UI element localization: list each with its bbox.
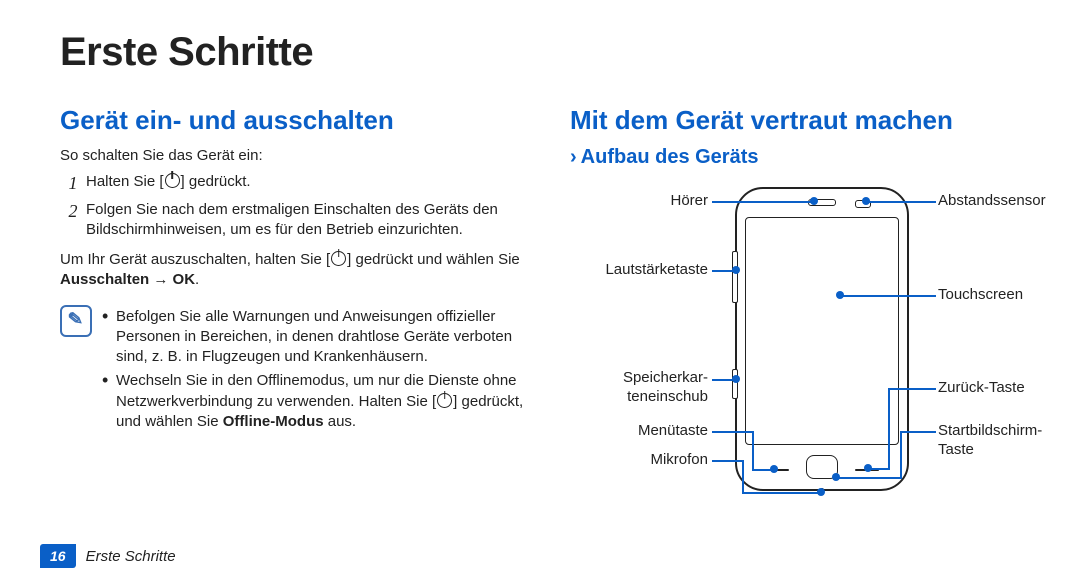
lead-line xyxy=(870,468,890,470)
lead-line xyxy=(712,379,734,381)
lead-line xyxy=(900,431,902,477)
intro-text: So schalten Sie das Gerät ein: xyxy=(60,146,530,166)
heading-power: Gerät ein- und ausschalten xyxy=(60,105,530,136)
step-1: 1 Halten Sie [] gedrückt. xyxy=(60,172,530,195)
volume-key-icon xyxy=(732,251,738,303)
chevron-icon: › xyxy=(570,146,577,168)
lead-line xyxy=(752,431,754,469)
column-left: Gerät ein- und ausschalten So schalten S… xyxy=(60,105,530,519)
label-home: Startbildschirm- Taste xyxy=(938,422,1042,460)
page-footer: 16 Erste Schritte xyxy=(40,544,176,568)
lead-dot xyxy=(732,266,740,274)
heading-device: Mit dem Gerät vertraut machen xyxy=(570,105,1060,136)
step-text: Halten Sie [] gedrückt. xyxy=(86,172,251,195)
column-right: Mit dem Gerät vertraut machen ›Aufbau de… xyxy=(570,105,1060,519)
power-icon xyxy=(165,173,180,188)
note-item: Wechseln Sie in den Offlinemodus, um nur… xyxy=(102,371,530,432)
power-icon xyxy=(437,393,452,408)
phone-screen xyxy=(745,217,899,445)
lead-dot xyxy=(836,291,844,299)
poweroff-text: Um Ihr Gerät auszuschalten, halten Sie [… xyxy=(60,250,530,291)
power-icon xyxy=(331,251,346,266)
label-mic: Mikrofon xyxy=(650,451,708,470)
page-number: 16 xyxy=(40,544,76,568)
subheading-layout: ›Aufbau des Geräts xyxy=(570,146,1060,169)
lead-line xyxy=(712,270,734,272)
step-text: Folgen Sie nach dem erstmaligen Einschal… xyxy=(86,200,530,241)
note-icon: ✎ xyxy=(60,305,92,337)
lead-line xyxy=(712,460,742,462)
step-number: 1 xyxy=(60,172,86,195)
lead-dot xyxy=(864,464,872,472)
lead-line xyxy=(742,492,820,494)
label-earpiece: Hörer xyxy=(670,192,708,211)
label-proximity: Abstandssensor xyxy=(938,192,1046,211)
label-back: Zurück-Taste xyxy=(938,379,1025,398)
lead-line xyxy=(752,469,772,471)
note-list: Befolgen Sie alle Warnungen und Anweisun… xyxy=(102,303,530,437)
manual-page: Erste Schritte Gerät ein- und ausschalte… xyxy=(0,0,1080,586)
lead-dot xyxy=(810,197,818,205)
page-title: Erste Schritte xyxy=(60,30,1030,75)
lead-line xyxy=(712,431,752,433)
lead-line xyxy=(838,477,902,479)
lead-line xyxy=(888,388,890,468)
lead-line xyxy=(712,201,812,203)
lead-dot xyxy=(832,473,840,481)
lead-dot xyxy=(817,488,825,496)
lead-line xyxy=(868,201,936,203)
lead-line xyxy=(890,388,936,390)
device-diagram: Hörer Lautstärketaste Speicherkar- tenei… xyxy=(580,179,1060,519)
footer-section: Erste Schritte xyxy=(86,548,176,565)
lead-dot xyxy=(732,375,740,383)
phone-outline xyxy=(735,187,909,491)
step-number: 2 xyxy=(60,200,86,241)
label-sd: Speicherkar- teneinschub xyxy=(623,369,708,407)
label-menu: Menütaste xyxy=(638,422,708,441)
label-touch: Touchscreen xyxy=(938,286,1023,305)
lead-line xyxy=(902,431,936,433)
label-volume: Lautstärketaste xyxy=(605,261,708,280)
sd-slot-icon xyxy=(732,369,738,399)
lead-dot xyxy=(862,197,870,205)
step-2: 2 Folgen Sie nach dem erstmaligen Einsch… xyxy=(60,200,530,241)
note-item: Befolgen Sie alle Warnungen und Anweisun… xyxy=(102,307,530,368)
lead-line xyxy=(842,295,936,297)
note-block: ✎ Befolgen Sie alle Warnungen und Anweis… xyxy=(60,303,530,437)
lead-line xyxy=(742,460,744,492)
